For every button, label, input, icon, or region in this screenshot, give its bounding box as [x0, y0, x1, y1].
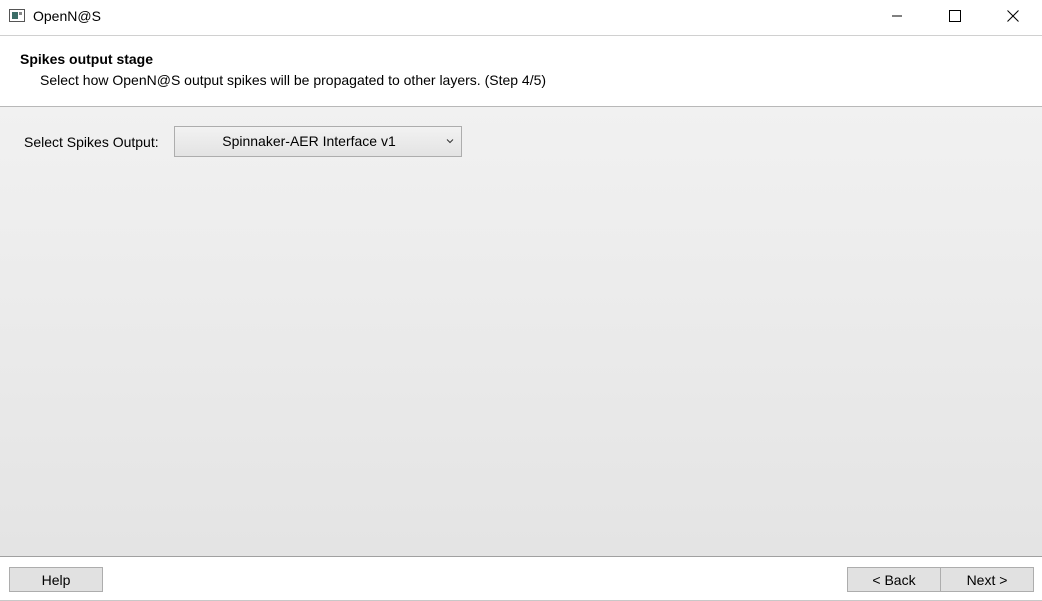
back-button[interactable]: < Back [847, 567, 941, 592]
minimize-icon [892, 15, 902, 17]
spikes-output-selected-value: Spinnaker-AER Interface v1 [222, 133, 396, 149]
window-title: OpenN@S [33, 8, 101, 24]
page-subtitle: Select how OpenN@S output spikes will be… [40, 72, 547, 88]
page-title: Spikes output stage [20, 51, 154, 67]
maximize-icon [949, 10, 961, 22]
help-button[interactable]: Help [9, 567, 103, 592]
wizard-content: Select Spikes Output: Spinnaker-AER Inte… [0, 106, 1042, 556]
spikes-output-select[interactable]: Spinnaker-AER Interface v1 [174, 126, 462, 157]
minimize-button[interactable] [868, 0, 926, 32]
app-icon [9, 9, 25, 22]
spikes-output-label: Select Spikes Output: [24, 134, 159, 150]
next-button[interactable]: Next > [940, 567, 1034, 592]
close-button[interactable] [984, 0, 1042, 32]
wizard-header: Spikes output stage Select how OpenN@S o… [0, 35, 1042, 106]
wizard-footer: Help < Back Next > [0, 556, 1042, 601]
wizard-window: OpenN@S Spikes output stage Select how O… [0, 0, 1042, 601]
title-bar: OpenN@S [0, 0, 1042, 33]
close-icon [1007, 10, 1019, 22]
maximize-button[interactable] [926, 0, 984, 32]
chevron-down-icon [446, 139, 454, 144]
